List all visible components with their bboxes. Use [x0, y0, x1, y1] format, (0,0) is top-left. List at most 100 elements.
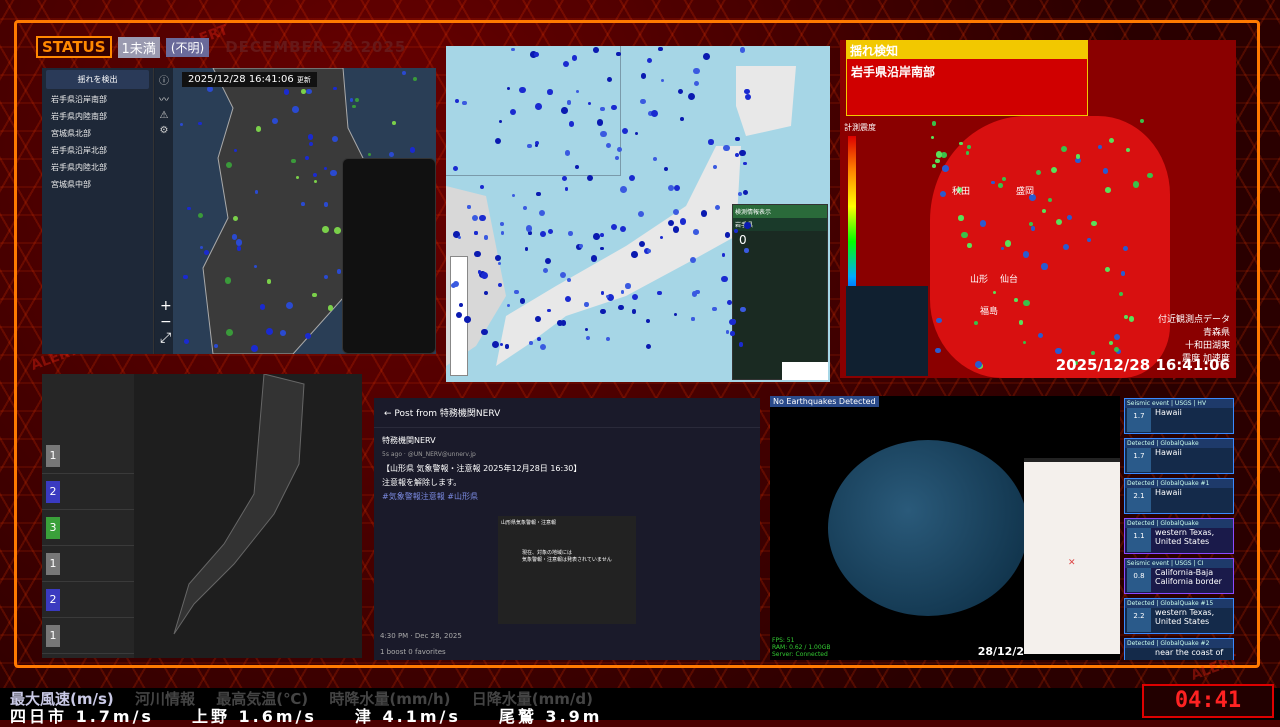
- zoom-out-icon[interactable]: −: [160, 314, 172, 330]
- station-dot: [584, 302, 588, 306]
- station-dot: [743, 162, 746, 165]
- graph-icon[interactable]: 〰: [155, 91, 173, 106]
- station-dot: [593, 47, 599, 53]
- quake-card[interactable]: Detected | GlobalQuake #1 2.1 Hawaii: [1124, 478, 1234, 514]
- shake-detect-panel: 揺れを検出 岩手県沿岸南部 岩手県内陸南部 宮城県北部 岩手県沿岸北部 岩手県内…: [42, 68, 436, 354]
- globe[interactable]: [828, 440, 1028, 616]
- status-bar: STATUS 1未満 (不明) DECEMBER 28 2025: [36, 36, 406, 58]
- station-dot: [734, 229, 738, 233]
- station-dot: [936, 151, 942, 157]
- list-item[interactable]: 宮城県中部: [42, 176, 153, 193]
- quake-loc: California-Baja California border: [1155, 568, 1233, 586]
- list-item[interactable]: 岩手県内陸南部: [42, 108, 153, 125]
- station-dot: [1103, 168, 1109, 174]
- gq-stats: FPS: 51 RAM: 0.62 / 1.00GB Server: Conne…: [772, 637, 830, 658]
- level-badge: 1: [46, 553, 60, 575]
- globalquake-panel: No Earthquakes Detected ✕ FPS: 51 RAM: 0…: [770, 396, 1120, 660]
- magnitude-chip: (不明): [166, 38, 209, 57]
- post-image[interactable]: 山形県気象警報・注意報 現在、対象の地域には 気象警報・注意報は発表されていませ…: [498, 516, 636, 624]
- list-item[interactable]: 宮城県北部: [42, 125, 153, 142]
- station-dot: [695, 290, 699, 294]
- nied-logo: [782, 362, 828, 380]
- station-dot: [507, 87, 510, 90]
- station-dot: [540, 231, 546, 237]
- station-dot: [545, 258, 551, 264]
- list-item[interactable]: 1: [42, 438, 134, 474]
- station-dot: [586, 336, 590, 340]
- back-icon[interactable]: ←: [384, 409, 392, 419]
- quake-mag: 1.7: [1127, 448, 1151, 472]
- station-dot: [505, 344, 509, 348]
- station-dot: [703, 53, 710, 60]
- station-dot: [935, 348, 940, 353]
- station-dot: [653, 157, 657, 161]
- mini-japan-map: [846, 286, 928, 376]
- station-dot: [184, 339, 189, 344]
- list-item[interactable]: 1: [42, 546, 134, 582]
- station-dot: [1109, 138, 1114, 143]
- station-dot: [260, 304, 266, 310]
- station-dot: [1129, 316, 1135, 322]
- station-dot: [998, 183, 1003, 188]
- post-header-title: Post from 特務機関NERV: [394, 409, 500, 419]
- quake-card[interactable]: Detected | GlobalQuake 1.7 Hawaii: [1124, 438, 1234, 474]
- station-dot: [1063, 244, 1069, 250]
- list-item[interactable]: 2: [42, 582, 134, 618]
- quake-card[interactable]: Detected | GlobalQuake #15 2.2 western Tex…: [1124, 598, 1234, 634]
- station-dot: [510, 109, 516, 115]
- list-item[interactable]: 1: [42, 618, 134, 654]
- station-dot: [453, 166, 458, 171]
- warning-icon[interactable]: ⚠: [155, 110, 173, 121]
- station-dot: [481, 329, 487, 335]
- station-dot: [967, 243, 971, 247]
- handle: 5s ago · @UN_NERV@unnerv.jp: [382, 448, 752, 462]
- alert-region: 岩手県沿岸南部: [846, 58, 1088, 116]
- dark-map[interactable]: [134, 374, 362, 658]
- close-icon[interactable]: ✕: [1068, 558, 1076, 568]
- level-badge: 2: [46, 589, 60, 611]
- station-dot: [1002, 177, 1006, 181]
- zoom-in-icon[interactable]: +: [160, 298, 172, 314]
- quake-card[interactable]: Detected | GlobalQuake #2 near the coast …: [1124, 638, 1234, 660]
- info-icon[interactable]: ⓘ: [155, 72, 173, 87]
- station-dot: [301, 89, 306, 94]
- station-dot: [540, 344, 546, 350]
- station-dot: [464, 316, 471, 323]
- hashtags[interactable]: #気象警報注意報 #山形県: [382, 490, 752, 504]
- station-dot: [548, 229, 553, 234]
- japan-station-map[interactable]: 検測情報表示 岩手県 0: [446, 46, 830, 382]
- station-dot: [935, 159, 940, 164]
- station-dot: [739, 342, 743, 346]
- gear-icon[interactable]: ⚙: [155, 125, 173, 136]
- quake-tag: Seismic event | USGS | CI: [1125, 559, 1233, 568]
- station-dot: [708, 139, 713, 144]
- map-popup[interactable]: ✕: [1024, 458, 1120, 654]
- station-dot: [368, 153, 371, 156]
- fullscreen-icon[interactable]: ⤢: [160, 330, 172, 346]
- level-badge: 3: [46, 517, 60, 539]
- quake-tag: Seismic event | USGS | HV: [1125, 399, 1233, 408]
- quake-card[interactable]: Seismic event | USGS | CI 0.8 California-B…: [1124, 558, 1234, 594]
- quake-card[interactable]: Seismic event | USGS | HV 1.7 Hawaii: [1124, 398, 1234, 434]
- list-item[interactable]: 岩手県内陸北部: [42, 159, 153, 176]
- station-dot: [975, 361, 982, 368]
- station-dot: [1023, 341, 1027, 345]
- station-dot: [1123, 246, 1128, 251]
- list-item[interactable]: 3: [42, 510, 134, 546]
- station-dot: [312, 293, 316, 297]
- station-dot: [280, 330, 286, 336]
- quake-card[interactable]: Detected | GlobalQuake 1.1 western Texas, …: [1124, 518, 1234, 554]
- author[interactable]: 特務機関NERV: [382, 434, 752, 448]
- list-item[interactable]: 岩手県沿岸南部: [42, 91, 153, 108]
- station-dot: [1019, 320, 1024, 325]
- station-dot: [693, 68, 699, 74]
- image-title: 山形県気象警報・注意報: [498, 516, 636, 529]
- post-footer: 4:30 PM · Dec 28, 2025 1 boost 0 favorit…: [380, 632, 462, 656]
- fps: FPS: 51: [772, 637, 830, 644]
- station-dot: [1124, 315, 1128, 319]
- station-dot: [536, 192, 540, 196]
- list-item[interactable]: 2: [42, 474, 134, 510]
- list-item[interactable]: 岩手県沿岸北部: [42, 142, 153, 159]
- station-dot: [693, 229, 699, 235]
- station-dot: [932, 164, 936, 168]
